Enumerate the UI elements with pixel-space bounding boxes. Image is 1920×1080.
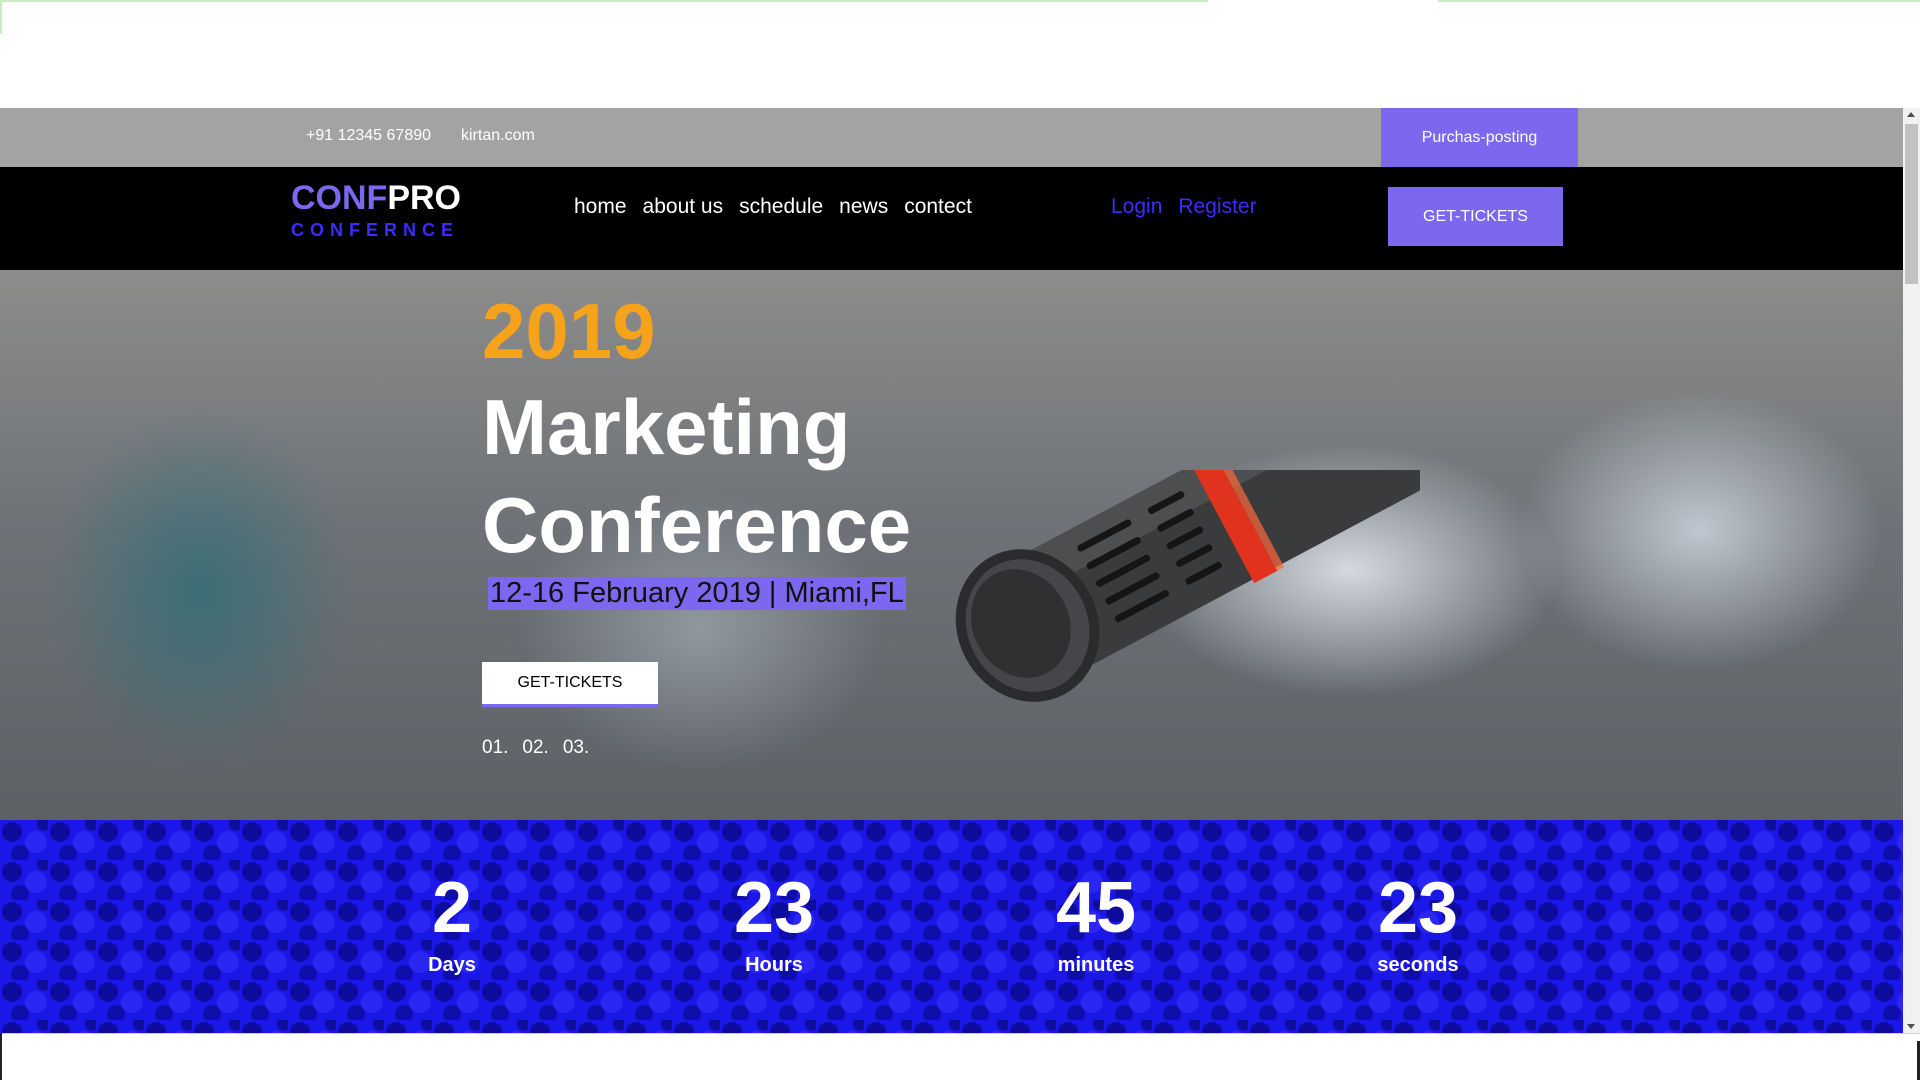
logo-subtitle: CONFERNCE: [291, 220, 460, 240]
main-navbar: CONFPRO CONFERNCE home about us schedule…: [0, 167, 1903, 270]
window-top-border: [0, 0, 1920, 2]
minutes-label: minutes: [1057, 954, 1135, 976]
logo-pro-text: PRO: [387, 179, 462, 217]
logo-conf-text: CONF: [291, 179, 388, 217]
microphone-image: [955, 470, 1420, 702]
nav-link-home[interactable]: home: [574, 195, 627, 219]
hours-label: Hours: [745, 954, 803, 976]
hero-year: 2019: [482, 287, 656, 375]
days-value: 2: [431, 868, 473, 948]
hero-date-location: 12-16 February 2019 | Miami,FL: [488, 577, 906, 610]
seconds-label: seconds: [1377, 954, 1459, 976]
hours-value: 23: [733, 868, 815, 948]
slide-indicators: 01. 02. 03.: [482, 737, 589, 759]
auth-links: Login Register: [1111, 195, 1257, 219]
minutes-value: 45: [1055, 868, 1137, 948]
window-bottom-area: [0, 1033, 1920, 1080]
scrollbar-thumb[interactable]: [1905, 124, 1918, 284]
top-info-bar: +91 12345 67890 kirtan.com Purchas-posti…: [0, 108, 1903, 167]
window-left-edge: [0, 0, 2, 34]
nav-get-tickets-button[interactable]: GET-TICKETS: [1388, 187, 1563, 246]
top-border-right: [1438, 0, 1920, 2]
hero-get-tickets-button[interactable]: GET-TICKETS: [482, 662, 658, 707]
nav-link-schedule[interactable]: schedule: [739, 195, 823, 219]
hero-title-line1: Marketing: [482, 383, 851, 471]
slide-indicator-1[interactable]: 01.: [482, 737, 508, 759]
slide-indicator-3[interactable]: 03.: [563, 737, 589, 759]
vertical-scrollbar[interactable]: [1903, 108, 1920, 1033]
phone-number: +91 12345 67890: [306, 127, 432, 144]
nav-link-about[interactable]: about us: [643, 195, 724, 219]
countdown-section: 2 Days 23 Hours 45 minutes 23 seconds: [0, 820, 1903, 1033]
register-link[interactable]: Register: [1178, 195, 1256, 219]
nav-link-news[interactable]: news: [839, 195, 888, 219]
seconds-value: 23: [1377, 868, 1459, 948]
hero-banner: 2019 Marketing Conference 12-16 February…: [0, 270, 1903, 820]
crowd-background-image: [0, 820, 1903, 1033]
scroll-down-arrow-icon[interactable]: [1907, 1024, 1915, 1029]
nav-menu: home about us schedule news contect: [574, 195, 972, 219]
days-label: Days: [428, 954, 476, 976]
login-link[interactable]: Login: [1111, 195, 1162, 219]
purchase-posting-button[interactable]: Purchas-posting: [1381, 108, 1578, 167]
scroll-up-arrow-icon[interactable]: [1907, 112, 1915, 117]
bottom-left-edge: [0, 1033, 2, 1080]
site-logo[interactable]: CONFPRO CONFERNCE: [291, 179, 461, 241]
countdown-hours: 23 Hours: [674, 872, 874, 977]
website-link[interactable]: kirtan.com: [461, 127, 535, 145]
nav-link-contact[interactable]: contect: [904, 195, 972, 219]
countdown-days: 2 Days: [352, 872, 552, 977]
bottom-divider: [0, 1033, 1920, 1034]
countdown-seconds: 23 seconds: [1318, 872, 1518, 977]
hero-title-line2: Conference: [482, 481, 912, 569]
top-border-left: [0, 0, 1208, 2]
slide-indicator-2[interactable]: 02.: [522, 737, 548, 759]
webpage: +91 12345 67890 kirtan.com Purchas-posti…: [0, 108, 1903, 1033]
countdown-minutes: 45 minutes: [996, 872, 1196, 977]
